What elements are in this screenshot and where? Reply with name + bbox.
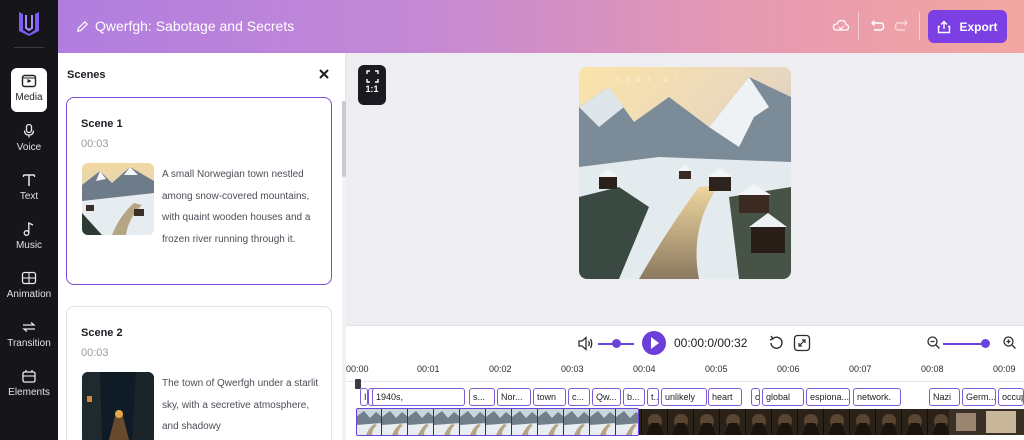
player-controls: 00:00:0/00:32: [346, 325, 1024, 361]
caption-word-clip[interactable]: espiona...: [806, 388, 850, 406]
scene-card[interactable]: Scene 2 00:03 The town of Qwerfgh under …: [66, 306, 332, 440]
left-rail: Media Voice Text Music Animation Transit…: [0, 0, 58, 440]
transition-icon: [22, 322, 36, 332]
rail-item-transition[interactable]: Transition: [4, 314, 54, 358]
fullscreen-icon[interactable]: [793, 334, 811, 352]
scene-duration: 00:03: [81, 138, 109, 150]
caption-word-clip[interactable]: 1940s,: [372, 388, 465, 406]
timeline-tick: 00:03: [561, 364, 584, 374]
timeline-tick: 00:06: [777, 364, 800, 374]
pencil-icon: [77, 20, 88, 32]
caption-word-clip[interactable]: c...: [568, 388, 590, 406]
rail-item-text[interactable]: Text: [4, 167, 54, 211]
media-icon: [21, 74, 37, 88]
animation-icon: [21, 271, 37, 285]
rail-item-voice[interactable]: Voice: [4, 118, 54, 162]
text-icon: [22, 174, 36, 186]
top-bar: Qwerfgh: Sabotage and Secrets Export: [58, 0, 1024, 53]
caption-word-clip[interactable]: Germ...: [962, 388, 996, 406]
rail-item-label: Music: [15, 240, 43, 251]
preview-image: [579, 67, 791, 279]
export-icon: [938, 20, 951, 33]
scene-card[interactable]: Scene 1 00:03 A small Norwegian town nes…: [66, 97, 332, 285]
caption-word-clip[interactable]: I: [360, 388, 368, 406]
timeline-tick: 00:09: [993, 364, 1016, 374]
caption-word-clip[interactable]: network.: [853, 388, 901, 406]
rail-item-label: Media: [15, 92, 43, 103]
scenes-panel-title: Scenes: [67, 69, 106, 81]
timeline-ruler: [346, 381, 1024, 382]
scene-duration: 00:03: [81, 347, 109, 359]
microphone-icon: [23, 123, 35, 138]
rail-item-label: Voice: [16, 142, 42, 153]
toolbar-divider: [858, 12, 859, 40]
caption-word-clip[interactable]: occup: [998, 388, 1024, 406]
app-logo-icon[interactable]: [17, 10, 41, 36]
rail-item-label: Text: [19, 191, 39, 202]
caption-word-clip[interactable]: town: [533, 388, 566, 406]
timeline-tick: 00:07: [849, 364, 872, 374]
caption-word-clip[interactable]: unlikely: [661, 388, 707, 406]
scene-thumbnail[interactable]: [82, 372, 154, 440]
elements-icon: [22, 370, 36, 383]
zoom-out-icon[interactable]: [926, 335, 941, 350]
aspect-ratio-button[interactable]: 1:1: [358, 65, 386, 105]
rail-item-animation[interactable]: Animation: [4, 265, 54, 309]
redo-icon[interactable]: [893, 17, 911, 35]
playhead-handle[interactable]: [355, 379, 361, 389]
rail-divider: [14, 47, 44, 48]
selected-scene-clip[interactable]: [356, 408, 639, 436]
undo-icon[interactable]: [868, 17, 886, 35]
timeline-tick: 00:08: [921, 364, 944, 374]
play-button[interactable]: [642, 331, 666, 355]
aspect-ratio-label: 1:1: [365, 84, 379, 94]
caption-word-clip[interactable]: Nazi: [929, 388, 960, 406]
scene-description: The town of Qwerfgh under a starlit sky,…: [162, 378, 319, 432]
video-preview[interactable]: R E A T . A I: [579, 67, 791, 279]
zoom-slider-handle[interactable]: [981, 339, 990, 348]
rail-item-label: Elements: [8, 387, 50, 398]
caption-word-clip[interactable]: heart: [708, 388, 742, 406]
timeline-tick: 00:04: [633, 364, 656, 374]
scene-name: Scene 1: [81, 118, 123, 130]
rail-item-elements[interactable]: Elements: [4, 363, 54, 407]
timeline-tick: 00:01: [417, 364, 440, 374]
volume-icon[interactable]: [577, 335, 594, 352]
rail-item-media[interactable]: Media: [11, 68, 47, 112]
scene-thumbnail[interactable]: [82, 163, 154, 235]
caption-word-clip[interactable]: s...: [469, 388, 495, 406]
export-label: Export: [959, 19, 998, 34]
project-title-text: Qwerfgh: Sabotage and Secrets: [95, 18, 295, 34]
caption-word-clip[interactable]: b...: [623, 388, 645, 406]
timeline[interactable]: 00:00 00:01 00:02 00:03 00:04 00:05 00:0…: [346, 361, 1024, 440]
scenes-panel: Scenes Scene 1 00:03 A small Norwegian t…: [58, 53, 346, 440]
caption-word-clip[interactable]: c: [751, 388, 760, 406]
cloud-sync-icon[interactable]: [832, 17, 850, 35]
timeline-tick: 00:02: [489, 364, 512, 374]
rail-item-music[interactable]: Music: [4, 216, 54, 260]
preview-stage: 1:1 R E A T . A I: [346, 53, 1024, 325]
fit-frame-icon: [365, 70, 379, 83]
export-button[interactable]: Export: [928, 10, 1007, 43]
close-icon[interactable]: [317, 67, 331, 81]
replay-icon[interactable]: [767, 334, 785, 352]
scene-name: Scene 2: [81, 327, 123, 339]
caption-word-clip[interactable]: global: [762, 388, 804, 406]
toolbar-divider: [919, 12, 920, 40]
timeline-tick: 00:00: [346, 364, 369, 374]
scene-description: A small Norwegian town nestled among sno…: [162, 169, 311, 245]
caption-word-clip[interactable]: Nor...: [497, 388, 531, 406]
watermark-text: R E A T . A I: [615, 77, 679, 84]
rail-item-label: Animation: [6, 289, 52, 300]
caption-word-clip[interactable]: t...: [647, 388, 659, 406]
rail-item-label: Transition: [7, 338, 51, 349]
timeline-tick: 00:05: [705, 364, 728, 374]
video-editor-app: Media Voice Text Music Animation Transit…: [0, 0, 1024, 440]
timecode: 00:00:0/00:32: [674, 336, 748, 350]
music-note-icon: [23, 221, 34, 236]
volume-slider-handle[interactable]: [612, 339, 621, 348]
caption-word-clip[interactable]: Qw...: [592, 388, 621, 406]
project-title[interactable]: Qwerfgh: Sabotage and Secrets: [76, 18, 294, 34]
zoom-in-icon[interactable]: [1002, 335, 1017, 350]
